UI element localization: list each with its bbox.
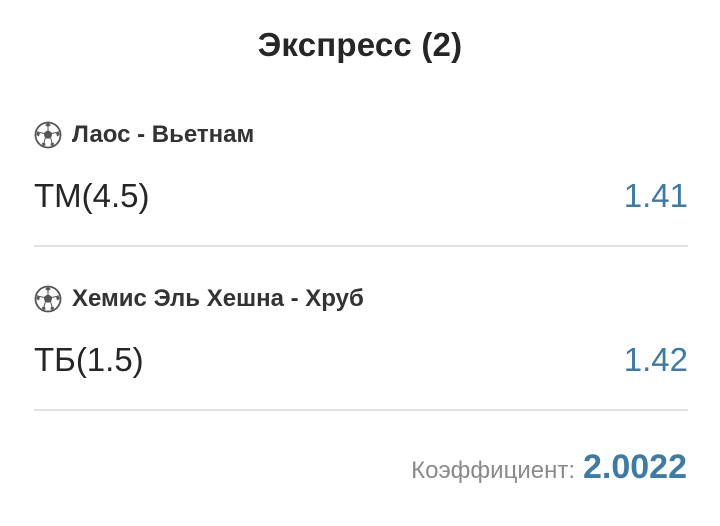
match-row: Хемис Эль Хешна - Хруб xyxy=(34,284,364,314)
total-odds-label: Коэффициент: xyxy=(411,457,575,484)
divider xyxy=(34,245,688,247)
total-odds-value: 2.0022 xyxy=(583,448,687,486)
bet-row: ТБ(1.5) 1.42 xyxy=(34,340,688,380)
bet-odds: 1.42 xyxy=(623,341,688,378)
soccer-ball-icon xyxy=(34,285,62,313)
bet-row: ТМ(4.5) 1.41 xyxy=(34,176,688,216)
bet-type: ТБ(1.5) xyxy=(34,341,144,378)
match-row: Лаос - Вьетнам xyxy=(34,120,254,150)
divider xyxy=(34,409,688,411)
total-odds-row: Коэффициент: 2.0022 xyxy=(411,448,687,488)
bet-odds: 1.41 xyxy=(623,177,688,214)
soccer-ball-icon xyxy=(34,121,62,149)
page-title: Экспресс (2) xyxy=(257,26,463,63)
match-name: Лаос - Вьетнам xyxy=(72,121,255,148)
match-name: Хемис Эль Хешна - Хруб xyxy=(72,285,364,312)
bet-type: ТМ(4.5) xyxy=(34,177,150,214)
